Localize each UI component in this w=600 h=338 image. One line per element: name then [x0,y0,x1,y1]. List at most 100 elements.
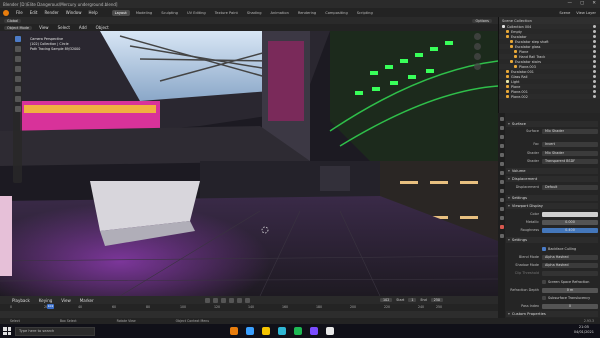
system-clock[interactable]: 21:05 04/01/2021 [574,325,594,335]
surface-shader-field[interactable]: Mix Shader [542,128,598,134]
blender-logo-icon[interactable] [3,9,9,16]
current-frame-field[interactable]: 102 [380,298,393,302]
move-tool-icon[interactable] [14,56,21,62]
ssr-checkbox[interactable] [542,280,546,284]
start-frame-field[interactable]: 1 [408,298,417,302]
taskbar-app-icon[interactable] [262,327,270,335]
metallic-field[interactable]: 0.000 [542,219,598,225]
play-icon[interactable] [229,297,234,303]
tab-animation[interactable]: Animation [268,10,292,16]
visibility-eye-icon[interactable] [593,65,596,68]
visibility-eye-icon[interactable] [593,30,596,33]
visibility-eye-icon[interactable] [593,75,596,78]
clip-threshold-field[interactable] [542,270,598,276]
taskbar-app-icon[interactable] [310,327,318,335]
tab-shading[interactable]: Shading [244,10,265,16]
data-tab-icon[interactable] [499,216,504,220]
minimize-button[interactable]: — [567,1,572,6]
refraction-depth-field[interactable]: 0 m [542,287,598,293]
windows-start-icon[interactable] [3,327,11,335]
visibility-eye-icon[interactable] [593,60,596,63]
options-dropdown[interactable]: Options [472,18,492,23]
particles-tab-icon[interactable] [499,189,504,193]
fac-field[interactable]: Invert [542,141,598,147]
world-tab-icon[interactable] [499,162,504,166]
viewport-display-section[interactable]: Viewport Display [506,203,598,209]
next-keyframe-icon[interactable] [237,297,242,303]
cursor-tool-icon[interactable] [14,46,21,52]
menu-edit[interactable]: Edit [28,10,40,15]
maximize-button[interactable]: ▢ [580,1,584,6]
menu-render[interactable]: Render [42,10,60,15]
timeline-menu-marker[interactable]: Marker [78,298,96,303]
tool-tab-icon[interactable] [499,117,504,121]
3d-viewport[interactable] [0,31,498,296]
zoom-icon[interactable] [474,33,481,40]
visibility-eye-icon[interactable] [593,40,596,43]
scene-tab-icon[interactable] [499,153,504,157]
visibility-eye-icon[interactable] [593,90,596,93]
visibility-eye-icon[interactable] [593,70,596,73]
timeline-menu-playback[interactable]: Playback [10,298,32,303]
jump-start-icon[interactable] [205,297,210,303]
surface-section[interactable]: Surface [506,121,598,127]
viewport-menu-view[interactable]: View [37,25,51,30]
roughness-slider[interactable]: 0.400 [542,227,598,233]
taskbar-search[interactable]: Type here to search [15,326,95,336]
render-tab-icon[interactable] [499,126,504,130]
tab-sculpting[interactable]: Sculpting [158,10,181,16]
modifier-tab-icon[interactable] [499,180,504,184]
texture-tab-icon[interactable] [499,234,504,238]
tab-compositing[interactable]: Compositing [322,10,351,16]
close-button[interactable]: ✕ [592,1,596,6]
custom-properties-section[interactable]: Custom Properties [506,311,598,317]
scene-selector[interactable]: Scene [559,11,570,15]
taskbar-app-icon[interactable] [326,327,334,335]
play-reverse-icon[interactable] [221,297,226,303]
visibility-eye-icon[interactable] [593,35,596,38]
tab-modeling[interactable]: Modeling [133,10,155,16]
settings-section[interactable]: Settings [506,195,598,201]
viewport-menu-add[interactable]: Add [77,25,89,30]
timeline-menu-view[interactable]: View [59,298,73,303]
pan-icon[interactable] [474,43,481,50]
menu-help[interactable]: Help [86,10,99,15]
physics-tab-icon[interactable] [499,198,504,202]
shadow-mode-dropdown[interactable]: Alpha Hashed [542,262,598,268]
visibility-eye-icon[interactable] [593,50,596,53]
viewport-menu-object[interactable]: Object [94,25,111,30]
output-tab-icon[interactable] [499,135,504,139]
visibility-eye-icon[interactable] [593,85,596,88]
jump-end-icon[interactable] [245,297,250,303]
taskbar-app-icon[interactable] [246,327,254,335]
taskbar-app-icon[interactable] [230,327,238,335]
prev-keyframe-icon[interactable] [213,297,218,303]
timeline-menu-keying[interactable]: Keying [37,298,54,303]
tab-texture-paint[interactable]: Texture Paint [212,10,241,16]
constraints-tab-icon[interactable] [499,207,504,211]
scale-tool-icon[interactable] [14,76,21,82]
outliner-row[interactable]: Plane.002 [499,94,600,99]
visibility-eye-icon[interactable] [593,25,596,28]
tab-scripting[interactable]: Scripting [354,10,376,16]
pass-index-field[interactable]: 0 [542,303,598,309]
backface-checkbox[interactable] [542,247,546,251]
shader1-field[interactable]: Mix Shader [542,150,598,156]
material-tab-icon[interactable] [499,225,504,229]
playhead[interactable]: 102 [47,304,54,309]
ortho-toggle-icon[interactable] [474,63,481,70]
taskbar-app-icon[interactable] [278,327,286,335]
timeline-track-area[interactable] [0,311,498,318]
blend-mode-dropdown[interactable]: Alpha Hashed [542,254,598,260]
settings2-section[interactable]: Settings [506,237,598,243]
tab-uv-editing[interactable]: UV Editing [184,10,209,16]
annotate-tool-icon[interactable] [14,96,21,102]
tab-layout[interactable]: Layout [111,9,130,16]
timeline-ruler[interactable]: 0 20 40 60 80 100 120 140 160 180 200 22… [0,304,498,311]
color-swatch[interactable] [542,211,598,217]
camera-view-icon[interactable] [474,53,481,60]
transform-tool-icon[interactable] [14,86,21,92]
measure-tool-icon[interactable] [14,106,21,112]
sss-checkbox[interactable] [542,296,546,300]
displacement-field[interactable]: Default [542,184,598,190]
